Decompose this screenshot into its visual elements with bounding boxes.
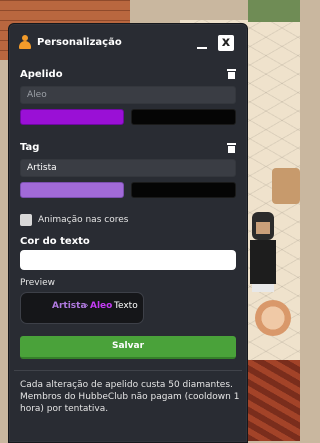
tag-label: Tag bbox=[20, 142, 40, 153]
tag-secondary-color-swatch[interactable] bbox=[131, 182, 236, 198]
close-button[interactable]: x bbox=[218, 35, 234, 51]
minimize-icon bbox=[197, 47, 207, 49]
window-title: Personalização bbox=[37, 37, 122, 48]
plant-decoration bbox=[248, 0, 300, 22]
minimize-button[interactable] bbox=[195, 37, 209, 51]
avatar-body bbox=[250, 240, 276, 284]
avatar-face bbox=[256, 222, 270, 234]
preview-text: Texto bbox=[114, 301, 138, 311]
avatar-shoes bbox=[252, 284, 274, 292]
apelido-secondary-color-swatch[interactable] bbox=[131, 109, 236, 125]
text-color-input[interactable] bbox=[20, 250, 236, 270]
preview-tag: Artista bbox=[52, 301, 87, 311]
apelido-label: Apelido bbox=[20, 69, 63, 80]
tag-input[interactable]: Artista bbox=[20, 159, 236, 177]
pot-furniture bbox=[272, 168, 300, 204]
tag-trash-icon[interactable] bbox=[227, 143, 236, 153]
window-titlebar[interactable]: Personalização x bbox=[9, 24, 247, 62]
preview-separator: › bbox=[85, 301, 89, 311]
close-icon: x bbox=[221, 35, 231, 50]
tag-primary-color-swatch[interactable] bbox=[20, 182, 124, 198]
text-color-label: Cor do texto bbox=[20, 236, 90, 247]
chair-furniture bbox=[255, 300, 291, 336]
cost-info-text: Cada alteração de apelido custa 50 diama… bbox=[20, 380, 240, 414]
apelido-input[interactable]: Aleo bbox=[20, 86, 236, 104]
animation-checkbox[interactable] bbox=[20, 214, 32, 226]
user-icon bbox=[19, 35, 31, 49]
preview-name: Aleo bbox=[90, 301, 113, 311]
animation-checkbox-label: Animação nas cores bbox=[38, 215, 129, 225]
preview-label: Preview bbox=[20, 278, 56, 288]
divider bbox=[14, 370, 242, 371]
avatar[interactable] bbox=[248, 212, 278, 298]
preview-chat-bubble: Artista › Aleo Texto bbox=[20, 292, 144, 324]
save-button[interactable]: Salvar bbox=[20, 336, 236, 359]
personalization-window: Personalização x Apelido Aleo Tag Artist… bbox=[8, 23, 248, 443]
apelido-primary-color-swatch[interactable] bbox=[20, 109, 124, 125]
apelido-trash-icon[interactable] bbox=[227, 69, 236, 79]
